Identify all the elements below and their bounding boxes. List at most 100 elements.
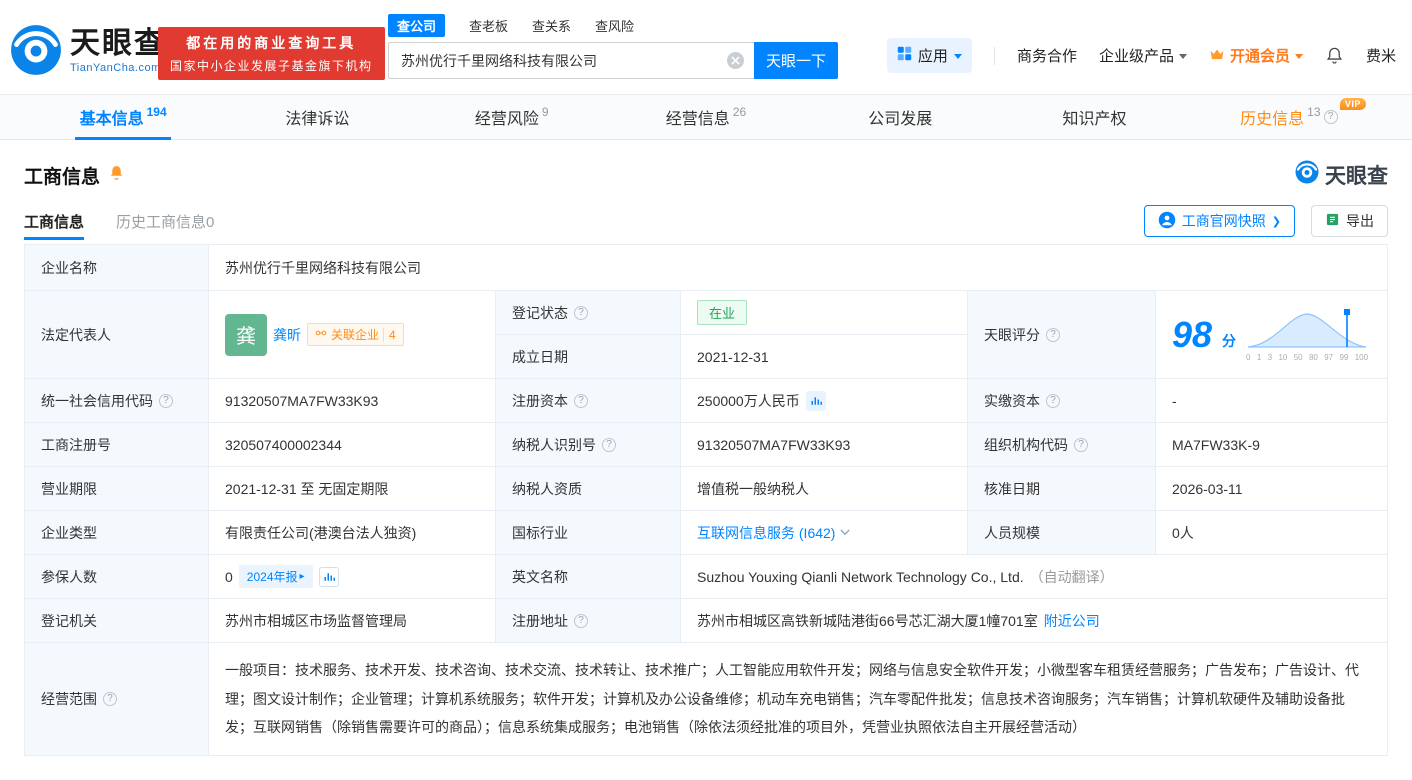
search-tabs: 查公司 查老板 查关系 查风险	[388, 13, 838, 37]
nav-link-enterprise[interactable]: 企业级产品	[1099, 45, 1187, 66]
clear-icon[interactable]	[727, 52, 744, 69]
capital-chart-icon[interactable]	[805, 390, 826, 411]
search-tab-risk[interactable]: 查风险	[595, 16, 634, 35]
promo-badge: 都在用的商业查询工具 国家中小企业发展子基金旗下机构	[158, 27, 385, 80]
username[interactable]: 费米	[1366, 45, 1396, 66]
tab-count: 26	[732, 105, 747, 119]
top-nav: 应用 商务合作 企业级产品 开通会员 费米	[886, 38, 1396, 73]
notification-bell-icon[interactable]	[1325, 46, 1344, 65]
field-label-term: 营业期限	[25, 467, 209, 511]
org-code-label-text: 组织机构代码	[984, 436, 1068, 453]
apps-label: 应用	[917, 48, 948, 65]
auto-translate-note: （自动翻译）	[1029, 568, 1114, 585]
address-label-text: 注册地址	[512, 612, 568, 629]
section-bell-icon[interactable]	[108, 164, 125, 187]
nav-link-business[interactable]: 商务合作	[1017, 45, 1077, 66]
help-icon[interactable]: ?	[1074, 437, 1088, 452]
search-tab-company[interactable]: 查公司	[388, 13, 446, 37]
help-icon[interactable]: ?	[1046, 327, 1060, 342]
tab-operation-info[interactable]: 经营信息 26	[609, 95, 803, 139]
field-value-english-name: Suzhou Youxing Qianli Network Technology…	[681, 555, 1387, 599]
tab-legal-cases[interactable]: 法律诉讼	[220, 95, 414, 139]
annual-report-badge[interactable]: 2024年报 ▸	[238, 565, 313, 588]
watermark-logo: 天眼查	[1295, 160, 1388, 190]
apps-grid-icon	[897, 46, 912, 65]
brand-domain: TianYanCha.com	[70, 62, 161, 74]
field-value-legal-rep: 龚 龚昕 关联企业 4	[209, 291, 496, 379]
search-section: 查公司 查老板 查关系 查风险 天眼一下	[388, 13, 838, 79]
brand-logo[interactable]: 天眼查 TianYanCha.com	[10, 24, 166, 79]
legal-rep-link[interactable]: 龚昕	[273, 325, 301, 345]
help-icon[interactable]: ?	[1323, 110, 1338, 124]
crown-icon	[1209, 47, 1225, 65]
business-info-table: 企业名称 苏州优行千里网络科技有限公司 法定代表人 龚 龚昕 关联企业 4 登记…	[24, 244, 1388, 757]
field-value-address: 苏州市相城区高铁新城陆港街66号芯汇湖大厦1幢701室 附近公司	[681, 599, 1387, 643]
nearby-company-link[interactable]: 附近公司	[1044, 611, 1100, 631]
tianyancha-logo-icon	[1295, 160, 1319, 190]
table-row: 登记机关 苏州市相城区市场监督管理局 注册地址 ? 苏州市相城区高铁新城陆港街6…	[25, 599, 1387, 643]
watermark-text: 天眼查	[1325, 165, 1388, 188]
tab-history-info[interactable]: VIP 历史信息 13 ?	[1192, 95, 1386, 139]
help-icon[interactable]: ?	[1046, 393, 1060, 408]
field-label-english-name: 英文名称	[496, 555, 681, 599]
help-icon[interactable]: ?	[574, 305, 588, 320]
table-row: 经营范围 ? 一般项目：技术服务、技术开发、技术咨询、技术交流、技术转让、技术推…	[25, 643, 1387, 757]
tab-company-development[interactable]: 公司发展	[803, 95, 997, 139]
field-label-approve-date: 核准日期	[968, 467, 1156, 511]
official-snapshot-button[interactable]: 工商官网快照 ❯	[1143, 205, 1295, 237]
field-label-address: 注册地址 ?	[496, 599, 681, 643]
score-label-text: 天眼评分	[984, 326, 1040, 343]
search-tab-relation[interactable]: 查关系	[532, 16, 571, 35]
field-value-approve-date: 2026-03-11	[1156, 467, 1387, 511]
help-icon[interactable]: ?	[159, 393, 173, 408]
tab-intellectual-property[interactable]: 知识产权	[997, 95, 1191, 139]
related-company-badge[interactable]: 关联企业 4	[307, 323, 404, 346]
search-button[interactable]: 天眼一下	[754, 42, 838, 79]
tianyancha-logo-icon	[10, 24, 62, 79]
promo-line1: 都在用的商业查询工具	[186, 35, 357, 51]
scope-label-text: 经营范围	[41, 691, 97, 708]
tab-basic-info[interactable]: 基本信息 194	[26, 95, 220, 139]
field-value-taxpayer-quality: 增值税一般纳税人	[681, 467, 968, 511]
field-value-reg-number: 320507400002344	[209, 423, 496, 467]
promo-line2: 国家中小企业发展子基金旗下机构	[170, 59, 373, 73]
subtab-business-info[interactable]: 工商信息	[24, 198, 85, 244]
legal-rep-avatar[interactable]: 龚	[225, 313, 267, 356]
score-value: 98	[1172, 313, 1213, 355]
table-row: 统一社会信用代码 ? 91320507MA7FW33K93 注册资本 ? 250…	[25, 379, 1387, 423]
tab-label: 经营信息	[665, 111, 730, 128]
paid-capital-label-text: 实缴资本	[984, 392, 1040, 409]
field-value-reg-status: 在业	[681, 291, 968, 335]
company-tab-bar: 基本信息 194 法律诉讼 经营风险 9 经营信息 26 公司发展 知识产权 V…	[0, 94, 1412, 140]
tab-count: 13	[1307, 105, 1321, 119]
section-title-text: 工商信息	[24, 166, 101, 188]
table-row: 营业期限 2021-12-31 至 无固定期限 纳税人资质 增值税一般纳税人 核…	[25, 467, 1387, 511]
field-label-scope: 经营范围 ?	[25, 643, 209, 757]
industry-select[interactable]: 互联网信息服务 (I642)	[697, 523, 851, 543]
english-name-text: Suzhou Youxing Qianli Network Technology…	[697, 568, 1024, 585]
tab-count: 194	[146, 105, 167, 119]
help-icon[interactable]: ?	[574, 393, 588, 408]
chevron-down-icon	[1294, 54, 1303, 59]
chevron-down-icon	[1178, 54, 1187, 59]
score-unit: 分	[1222, 332, 1237, 349]
export-button[interactable]: 导出	[1311, 205, 1388, 237]
table-row: 法定代表人 龚 龚昕 关联企业 4 登记状态 ? 在业 成立日期 2021-12…	[25, 291, 1387, 379]
tab-label: 公司发展	[868, 111, 933, 128]
field-value-established: 2021-12-31	[681, 335, 968, 379]
help-icon[interactable]: ?	[602, 437, 616, 452]
compare-chart-icon[interactable]	[318, 566, 339, 587]
search-input[interactable]	[388, 42, 754, 79]
enterprise-label: 企业级产品	[1098, 48, 1174, 65]
table-row: 参保人数 0 2024年报 ▸ 英文名称 Suzhou Youxing Qian…	[25, 555, 1387, 599]
annual-report-label: 2024年报	[246, 570, 298, 584]
vip-menu[interactable]: 开通会员	[1209, 45, 1303, 66]
tab-operation-risk[interactable]: 经营风险 9	[415, 95, 609, 139]
help-icon[interactable]: ?	[574, 613, 588, 628]
help-icon[interactable]: ?	[103, 692, 117, 707]
chevron-down-icon	[840, 529, 851, 536]
page: 天眼查 TianYanCha.com 都在用的商业查询工具 国家中小企业发展子基…	[0, 0, 1412, 780]
subtab-history-business-info[interactable]: 历史工商信息0	[116, 198, 214, 244]
search-tab-boss[interactable]: 查老板	[469, 16, 508, 35]
apps-menu[interactable]: 应用	[886, 38, 972, 73]
